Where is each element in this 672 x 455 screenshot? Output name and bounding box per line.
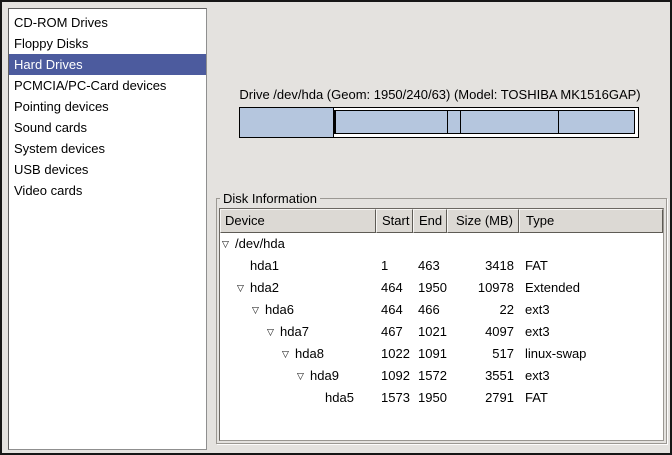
sidebar-item-floppy-disks[interactable]: Floppy Disks <box>9 33 206 54</box>
sidebar-item-video-cards[interactable]: Video cards <box>9 180 206 201</box>
cell-size: 2791 <box>447 387 519 409</box>
drive-title: Drive /dev/hda (Geom: 1950/240/63) (Mode… <box>212 87 668 102</box>
cell-end: 1950 <box>413 277 447 299</box>
cell-type: FAT <box>519 387 663 409</box>
extended-partition-hda2 <box>334 108 638 137</box>
cell-type: ext3 <box>519 299 663 321</box>
device-name: hda7 <box>280 321 309 343</box>
disk-information-label: Disk Information <box>220 191 320 206</box>
partition-segment-hda7 <box>335 110 449 134</box>
cell-type: ext3 <box>519 365 663 387</box>
cell-device: ▽/dev/hda <box>220 233 376 255</box>
cell-end: 466 <box>413 299 447 321</box>
expander-icon[interactable]: ▽ <box>237 282 250 295</box>
cell-start: 1573 <box>376 387 413 409</box>
disk-info-header: DeviceStartEndSize (MB)Type <box>220 209 663 233</box>
table-row-hda7[interactable]: ▽hda746710214097ext3 <box>220 321 663 343</box>
sidebar-item-hard-drives[interactable]: Hard Drives <box>9 54 206 75</box>
cell-size: 4097 <box>447 321 519 343</box>
cell-size: 3551 <box>447 365 519 387</box>
hardware-browser-window: CD-ROM DrivesFloppy DisksHard DrivesPCMC… <box>0 0 672 455</box>
column-header-type[interactable]: Type <box>519 209 663 233</box>
device-name: hda2 <box>250 277 279 299</box>
partition-segment-hda1 <box>240 108 334 137</box>
expander-icon[interactable]: ▽ <box>222 238 235 251</box>
sidebar-item-cd-rom-drives[interactable]: CD-ROM Drives <box>9 12 206 33</box>
table-row-hda5[interactable]: hda5 157319502791FAT <box>220 387 663 409</box>
cell-type: linux-swap <box>519 343 663 365</box>
table-row-hda1[interactable]: hda1 14633418FAT <box>220 255 663 277</box>
cell-end: 1950 <box>413 387 447 409</box>
cell-start: 467 <box>376 321 413 343</box>
table-row-hda6[interactable]: ▽hda646446622ext3 <box>220 299 663 321</box>
device-name: hda1 <box>250 255 279 277</box>
cell-device: hda1 <box>220 255 376 277</box>
cell-start: 1 <box>376 255 413 277</box>
column-header-size-mb[interactable]: Size (MB) <box>447 209 519 233</box>
cell-end: 1091 <box>413 343 447 365</box>
cell-end: 463 <box>413 255 447 277</box>
table-row-dev-hda[interactable]: ▽/dev/hda <box>220 233 663 255</box>
sidebar-item-system-devices[interactable]: System devices <box>9 138 206 159</box>
sidebar-item-usb-devices[interactable]: USB devices <box>9 159 206 180</box>
cell-start: 464 <box>376 299 413 321</box>
cell-device: ▽hda6 <box>220 299 376 321</box>
sidebar-item-sound-cards[interactable]: Sound cards <box>9 117 206 138</box>
partition-segment-hda8 <box>447 110 461 134</box>
sidebar-item-pcmcia-pc-card-devices[interactable]: PCMCIA/PC-Card devices <box>9 75 206 96</box>
cell-type: FAT <box>519 255 663 277</box>
cell-size: 517 <box>447 343 519 365</box>
column-header-device[interactable]: Device <box>220 209 376 233</box>
table-row-hda8[interactable]: ▽hda810221091517linux-swap <box>220 343 663 365</box>
cell-end: 1021 <box>413 321 447 343</box>
cell-end: 1572 <box>413 365 447 387</box>
table-row-hda2[interactable]: ▽hda2464195010978Extended <box>220 277 663 299</box>
disk-info-table: DeviceStartEndSize (MB)Type ▽/dev/hdahda… <box>219 208 664 441</box>
partition-bar <box>239 107 639 138</box>
expander-icon[interactable]: ▽ <box>282 348 295 361</box>
cell-start: 1022 <box>376 343 413 365</box>
column-header-end[interactable]: End <box>413 209 447 233</box>
device-name: hda9 <box>310 365 339 387</box>
device-name: hda5 <box>325 387 354 409</box>
expander-icon[interactable]: ▽ <box>252 304 265 317</box>
cell-device: ▽hda8 <box>220 343 376 365</box>
table-row-hda9[interactable]: ▽hda9109215723551ext3 <box>220 365 663 387</box>
device-name: hda6 <box>265 299 294 321</box>
device-name: hda8 <box>295 343 324 365</box>
partition-segment-hda9 <box>460 110 559 134</box>
column-header-start[interactable]: Start <box>376 209 413 233</box>
cell-size: 10978 <box>447 277 519 299</box>
cell-type: Extended <box>519 277 663 299</box>
disk-info-body: ▽/dev/hdahda114633418FAT▽hda246419501097… <box>220 233 663 440</box>
cell-device: ▽hda7 <box>220 321 376 343</box>
cell-size: 22 <box>447 299 519 321</box>
cell-type: ext3 <box>519 321 663 343</box>
cell-device: ▽hda2 <box>220 277 376 299</box>
expander-icon[interactable]: ▽ <box>297 370 310 383</box>
sidebar-item-pointing-devices[interactable]: Pointing devices <box>9 96 206 117</box>
cell-device: ▽hda9 <box>220 365 376 387</box>
device-category-list: CD-ROM DrivesFloppy DisksHard DrivesPCMC… <box>8 8 207 450</box>
expander-icon[interactable]: ▽ <box>267 326 280 339</box>
cell-start: 464 <box>376 277 413 299</box>
cell-start: 1092 <box>376 365 413 387</box>
partition-segment-hda5 <box>558 110 635 134</box>
cell-size: 3418 <box>447 255 519 277</box>
disk-information-frame: Disk Information DeviceStartEndSize (MB)… <box>216 198 667 444</box>
cell-device: hda5 <box>220 387 376 409</box>
device-name: /dev/hda <box>235 233 285 255</box>
